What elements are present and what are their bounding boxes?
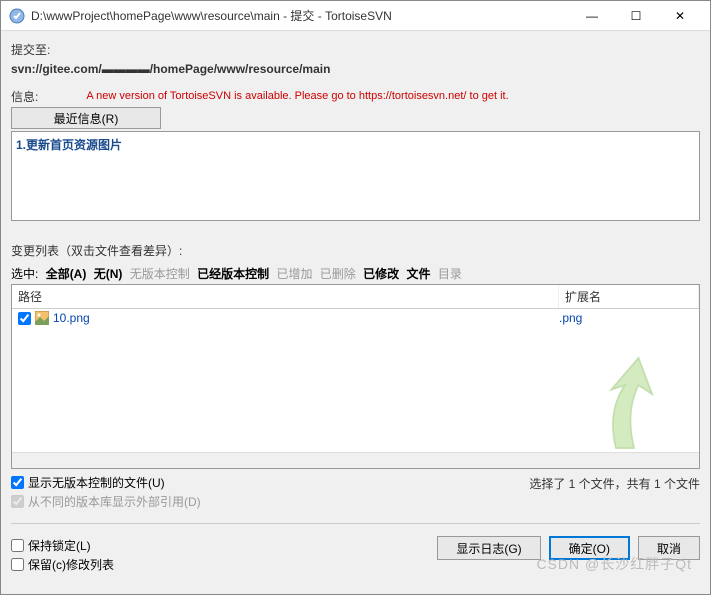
filter-unversioned[interactable]: 无版本控制	[130, 267, 190, 281]
show-externals-checkbox	[11, 495, 24, 508]
horizontal-scrollbar[interactable]	[12, 452, 699, 468]
file-ext: .png	[553, 311, 693, 325]
table-row[interactable]: 10.png .png	[12, 309, 699, 327]
filter-modified[interactable]: 已修改	[363, 267, 399, 281]
commit-dialog: D:\wwwProject\homePage\www\resource\main…	[0, 0, 711, 595]
filter-added[interactable]: 已增加	[276, 267, 312, 281]
col-path[interactable]: 路径	[12, 285, 559, 308]
selection-status: 选择了 1 个文件，共有 1 个文件	[529, 473, 700, 492]
file-checkbox[interactable]	[18, 312, 31, 325]
filter-versioned[interactable]: 已经版本控制	[197, 267, 269, 281]
message-label: 信息:	[11, 88, 38, 105]
filter-selected-label: 选中:	[11, 267, 38, 281]
keep-locks-label: 保持锁定(L)	[28, 537, 91, 554]
show-log-button[interactable]: 显示日志(G)	[437, 536, 540, 560]
filter-all[interactable]: 全部(A)	[46, 267, 87, 281]
filter-dirs[interactable]: 目录	[438, 267, 462, 281]
divider	[11, 523, 700, 524]
commit-arrow-icon	[589, 348, 679, 458]
close-button[interactable]: ✕	[658, 2, 702, 30]
minimize-button[interactable]: —	[570, 2, 614, 30]
cancel-button[interactable]: 取消	[638, 536, 700, 560]
show-unversioned-label: 显示无版本控制的文件(U)	[28, 474, 165, 491]
filter-row: 选中: 全部(A) 无(N) 无版本控制 已经版本控制 已增加 已删除 已修改 …	[11, 261, 700, 284]
recent-messages-button[interactable]: 最近信息(R)	[11, 107, 161, 129]
keep-locks-checkbox[interactable]	[11, 539, 24, 552]
keep-changelist-label: 保留(c)修改列表	[28, 556, 114, 573]
filter-deleted[interactable]: 已删除	[320, 267, 356, 281]
commit-message-input[interactable]	[11, 131, 700, 221]
titlebar: D:\wwwProject\homePage\www\resource\main…	[1, 1, 710, 31]
col-ext[interactable]: 扩展名	[559, 285, 699, 308]
repo-url: svn://gitee.com/▬▬▬▬/homePage/www/resour…	[11, 60, 700, 84]
filter-files[interactable]: 文件	[407, 267, 431, 281]
maximize-button[interactable]: ☐	[614, 2, 658, 30]
show-unversioned-checkbox[interactable]	[11, 476, 24, 489]
keep-changelist-checkbox[interactable]	[11, 558, 24, 571]
ok-button[interactable]: 确定(O)	[549, 536, 630, 560]
file-list[interactable]: 路径 扩展名 10.png .png	[11, 284, 700, 469]
app-icon	[9, 8, 25, 24]
file-name: 10.png	[53, 311, 90, 325]
commit-to-label: 提交至:	[11, 41, 700, 58]
filter-none[interactable]: 无(N)	[94, 267, 123, 281]
changelist-label: 变更列表（双击文件查看差异）:	[11, 242, 700, 259]
image-file-icon	[35, 311, 49, 325]
window-title: D:\wwwProject\homePage\www\resource\main…	[31, 7, 570, 24]
update-notice: A new version of TortoiseSVN is availabl…	[46, 90, 700, 102]
list-header: 路径 扩展名	[12, 285, 699, 309]
show-externals-label: 从不同的版本库显示外部引用(D)	[28, 493, 201, 510]
